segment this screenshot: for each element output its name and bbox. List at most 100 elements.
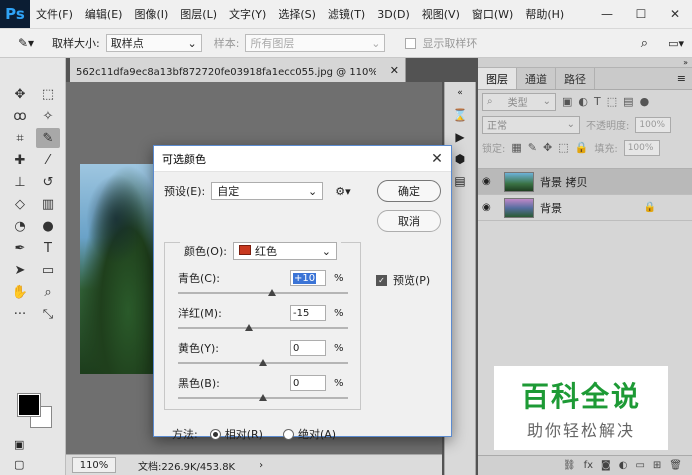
swap-colors-icon[interactable]: ⤡ (36, 304, 60, 324)
move-tool-icon[interactable]: ✥ (8, 84, 32, 104)
tab-layers[interactable]: 图层 (478, 68, 517, 89)
link-layers-icon[interactable]: ⛓ (563, 460, 576, 471)
fx-icon[interactable]: fx (584, 460, 593, 471)
lock-position-icon[interactable]: ✥ (543, 141, 552, 154)
cyan-slider[interactable] (178, 289, 348, 297)
black-field[interactable]: 0 (290, 375, 326, 391)
foreground-color-swatch[interactable] (17, 393, 41, 417)
preset-select[interactable]: 自定 ⌄ (211, 182, 324, 200)
eye-icon[interactable]: ◉ (482, 202, 498, 213)
menu-edit[interactable]: 编辑(E) (79, 6, 129, 22)
panel-collapse-bar[interactable]: » (478, 58, 692, 68)
show-ring-checkbox[interactable] (405, 37, 417, 49)
menu-window[interactable]: 窗口(W) (466, 6, 519, 22)
workspace-icon[interactable]: ▭▾ (668, 37, 684, 50)
new-group-icon[interactable]: ▭ (635, 460, 644, 471)
new-layer-icon[interactable]: ⊞ (653, 460, 661, 471)
clone-stamp-tool-icon[interactable]: ⊥ (8, 172, 32, 192)
more-tools-icon[interactable]: ··· (8, 304, 32, 324)
quick-mask-icon[interactable]: ▣ (14, 438, 24, 451)
menu-3d[interactable]: 3D(D) (371, 8, 416, 21)
search-icon[interactable]: ⌕ (641, 36, 648, 51)
menu-image[interactable]: 图像(I) (128, 6, 174, 22)
slider-thumb[interactable] (245, 324, 253, 331)
type-tool-icon[interactable]: T (36, 238, 60, 258)
menu-file[interactable]: 文件(F) (30, 6, 79, 22)
absolute-option[interactable]: 绝对(A) (282, 426, 336, 442)
history-panel-icon[interactable]: ⌛ (445, 104, 475, 126)
screen-mode-icon[interactable]: ▢ (14, 458, 24, 471)
lock-pixels-icon[interactable]: ✎ (528, 141, 537, 154)
path-selection-tool-icon[interactable]: ➤ (8, 260, 32, 280)
slider-thumb[interactable] (268, 289, 276, 296)
yellow-slider[interactable] (178, 359, 348, 367)
add-mask-icon[interactable]: ◙ (601, 460, 611, 471)
cyan-field[interactable]: +10 (290, 270, 326, 286)
marquee-tool-icon[interactable]: ⬚ (36, 84, 60, 104)
filter-toggle-icon[interactable]: ● (640, 95, 650, 108)
relative-option[interactable]: 相对(R) (209, 426, 263, 442)
gradient-tool-icon[interactable]: ▥ (36, 194, 60, 214)
menu-type[interactable]: 文字(Y) (223, 6, 272, 22)
menu-layer[interactable]: 图层(L) (174, 6, 223, 22)
menu-filter[interactable]: 滤镜(T) (322, 6, 371, 22)
tab-paths[interactable]: 路径 (556, 68, 595, 89)
shape-filter-icon[interactable]: ⬚ (607, 95, 617, 108)
type-filter-icon[interactable]: T (594, 95, 601, 108)
tab-channels[interactable]: 通道 (517, 68, 556, 89)
relative-radio[interactable] (209, 428, 221, 440)
sample-size-select[interactable]: 取样点 ⌄ (105, 34, 202, 52)
menu-help[interactable]: 帮助(H) (519, 6, 570, 22)
magenta-field[interactable]: -15 (290, 305, 326, 321)
chevron-right-icon[interactable]: › (259, 460, 263, 471)
eraser-tool-icon[interactable]: ◇ (8, 194, 32, 214)
healing-brush-tool-icon[interactable]: ✚ (8, 150, 32, 170)
layer-row-background-copy[interactable]: ◉ 背景 拷贝 (478, 169, 692, 195)
magic-wand-tool-icon[interactable]: ✧ (36, 106, 60, 126)
zoom-tool-icon[interactable]: ⌕ (36, 282, 60, 302)
black-slider[interactable] (178, 394, 348, 402)
dodge-tool-icon[interactable]: ● (36, 216, 60, 236)
blur-tool-icon[interactable]: ◔ (8, 216, 32, 236)
dialog-titlebar[interactable]: 可选颜色 ✕ (154, 146, 451, 172)
maximize-button[interactable]: ☐ (624, 0, 658, 28)
trash-icon[interactable]: 🗑 (669, 460, 682, 471)
layer-row-background[interactable]: ◉ 背景 🔒 (478, 195, 692, 221)
eyedropper-tool-icon[interactable]: ✎ (36, 128, 60, 148)
close-icon[interactable]: ✕ (390, 64, 399, 77)
fill-field[interactable]: 100% (623, 139, 660, 156)
lock-artboard-icon[interactable]: ⬚ (558, 141, 568, 154)
cancel-button[interactable]: 取消 (377, 210, 441, 232)
absolute-radio[interactable] (282, 428, 294, 440)
hand-tool-icon[interactable]: ✋ (8, 282, 32, 302)
layer-kind-select[interactable]: ⌕ 类型 ⌄ (482, 92, 556, 111)
document-tab[interactable]: 562c11dfa9ec8a13bf872720fe03918fa1ecc055… (70, 58, 406, 82)
pixel-filter-icon[interactable]: ▣ (562, 95, 572, 108)
canvas-image[interactable] (80, 164, 160, 374)
lock-all-icon[interactable]: 🔒 (575, 141, 589, 154)
zoom-level-field[interactable]: 110% (72, 457, 116, 473)
sample-select[interactable]: 所有图层 ⌄ (245, 34, 386, 52)
new-adjustment-icon[interactable]: ◐ (619, 460, 628, 471)
minimize-button[interactable]: — (590, 0, 624, 28)
slider-thumb[interactable] (259, 359, 267, 366)
panel-menu-icon[interactable]: ≡ (677, 68, 692, 89)
blend-mode-select[interactable]: 正常 ⌄ (482, 115, 580, 134)
history-brush-tool-icon[interactable]: ↺ (36, 172, 60, 192)
gear-icon[interactable]: ⚙▾ (335, 185, 350, 198)
pen-tool-icon[interactable]: ✒ (8, 238, 32, 258)
brush-tool-icon[interactable]: ⁄ (36, 150, 60, 170)
magenta-slider[interactable] (178, 324, 348, 332)
menu-select[interactable]: 选择(S) (272, 6, 322, 22)
preview-checkbox[interactable]: ✓ (376, 274, 387, 286)
menu-view[interactable]: 视图(V) (416, 6, 466, 22)
slider-thumb[interactable] (259, 394, 267, 401)
eye-icon[interactable]: ◉ (482, 176, 498, 187)
color-select[interactable]: 红色 ⌄ (232, 242, 337, 260)
crop-tool-icon[interactable]: ⌗ (8, 128, 32, 148)
adjustment-filter-icon[interactable]: ◐ (578, 95, 588, 108)
close-window-button[interactable]: ✕ (658, 0, 692, 28)
lock-transparent-icon[interactable]: ▦ (511, 141, 521, 154)
ok-button[interactable]: 确定 (377, 180, 441, 202)
rectangle-tool-icon[interactable]: ▭ (36, 260, 60, 280)
